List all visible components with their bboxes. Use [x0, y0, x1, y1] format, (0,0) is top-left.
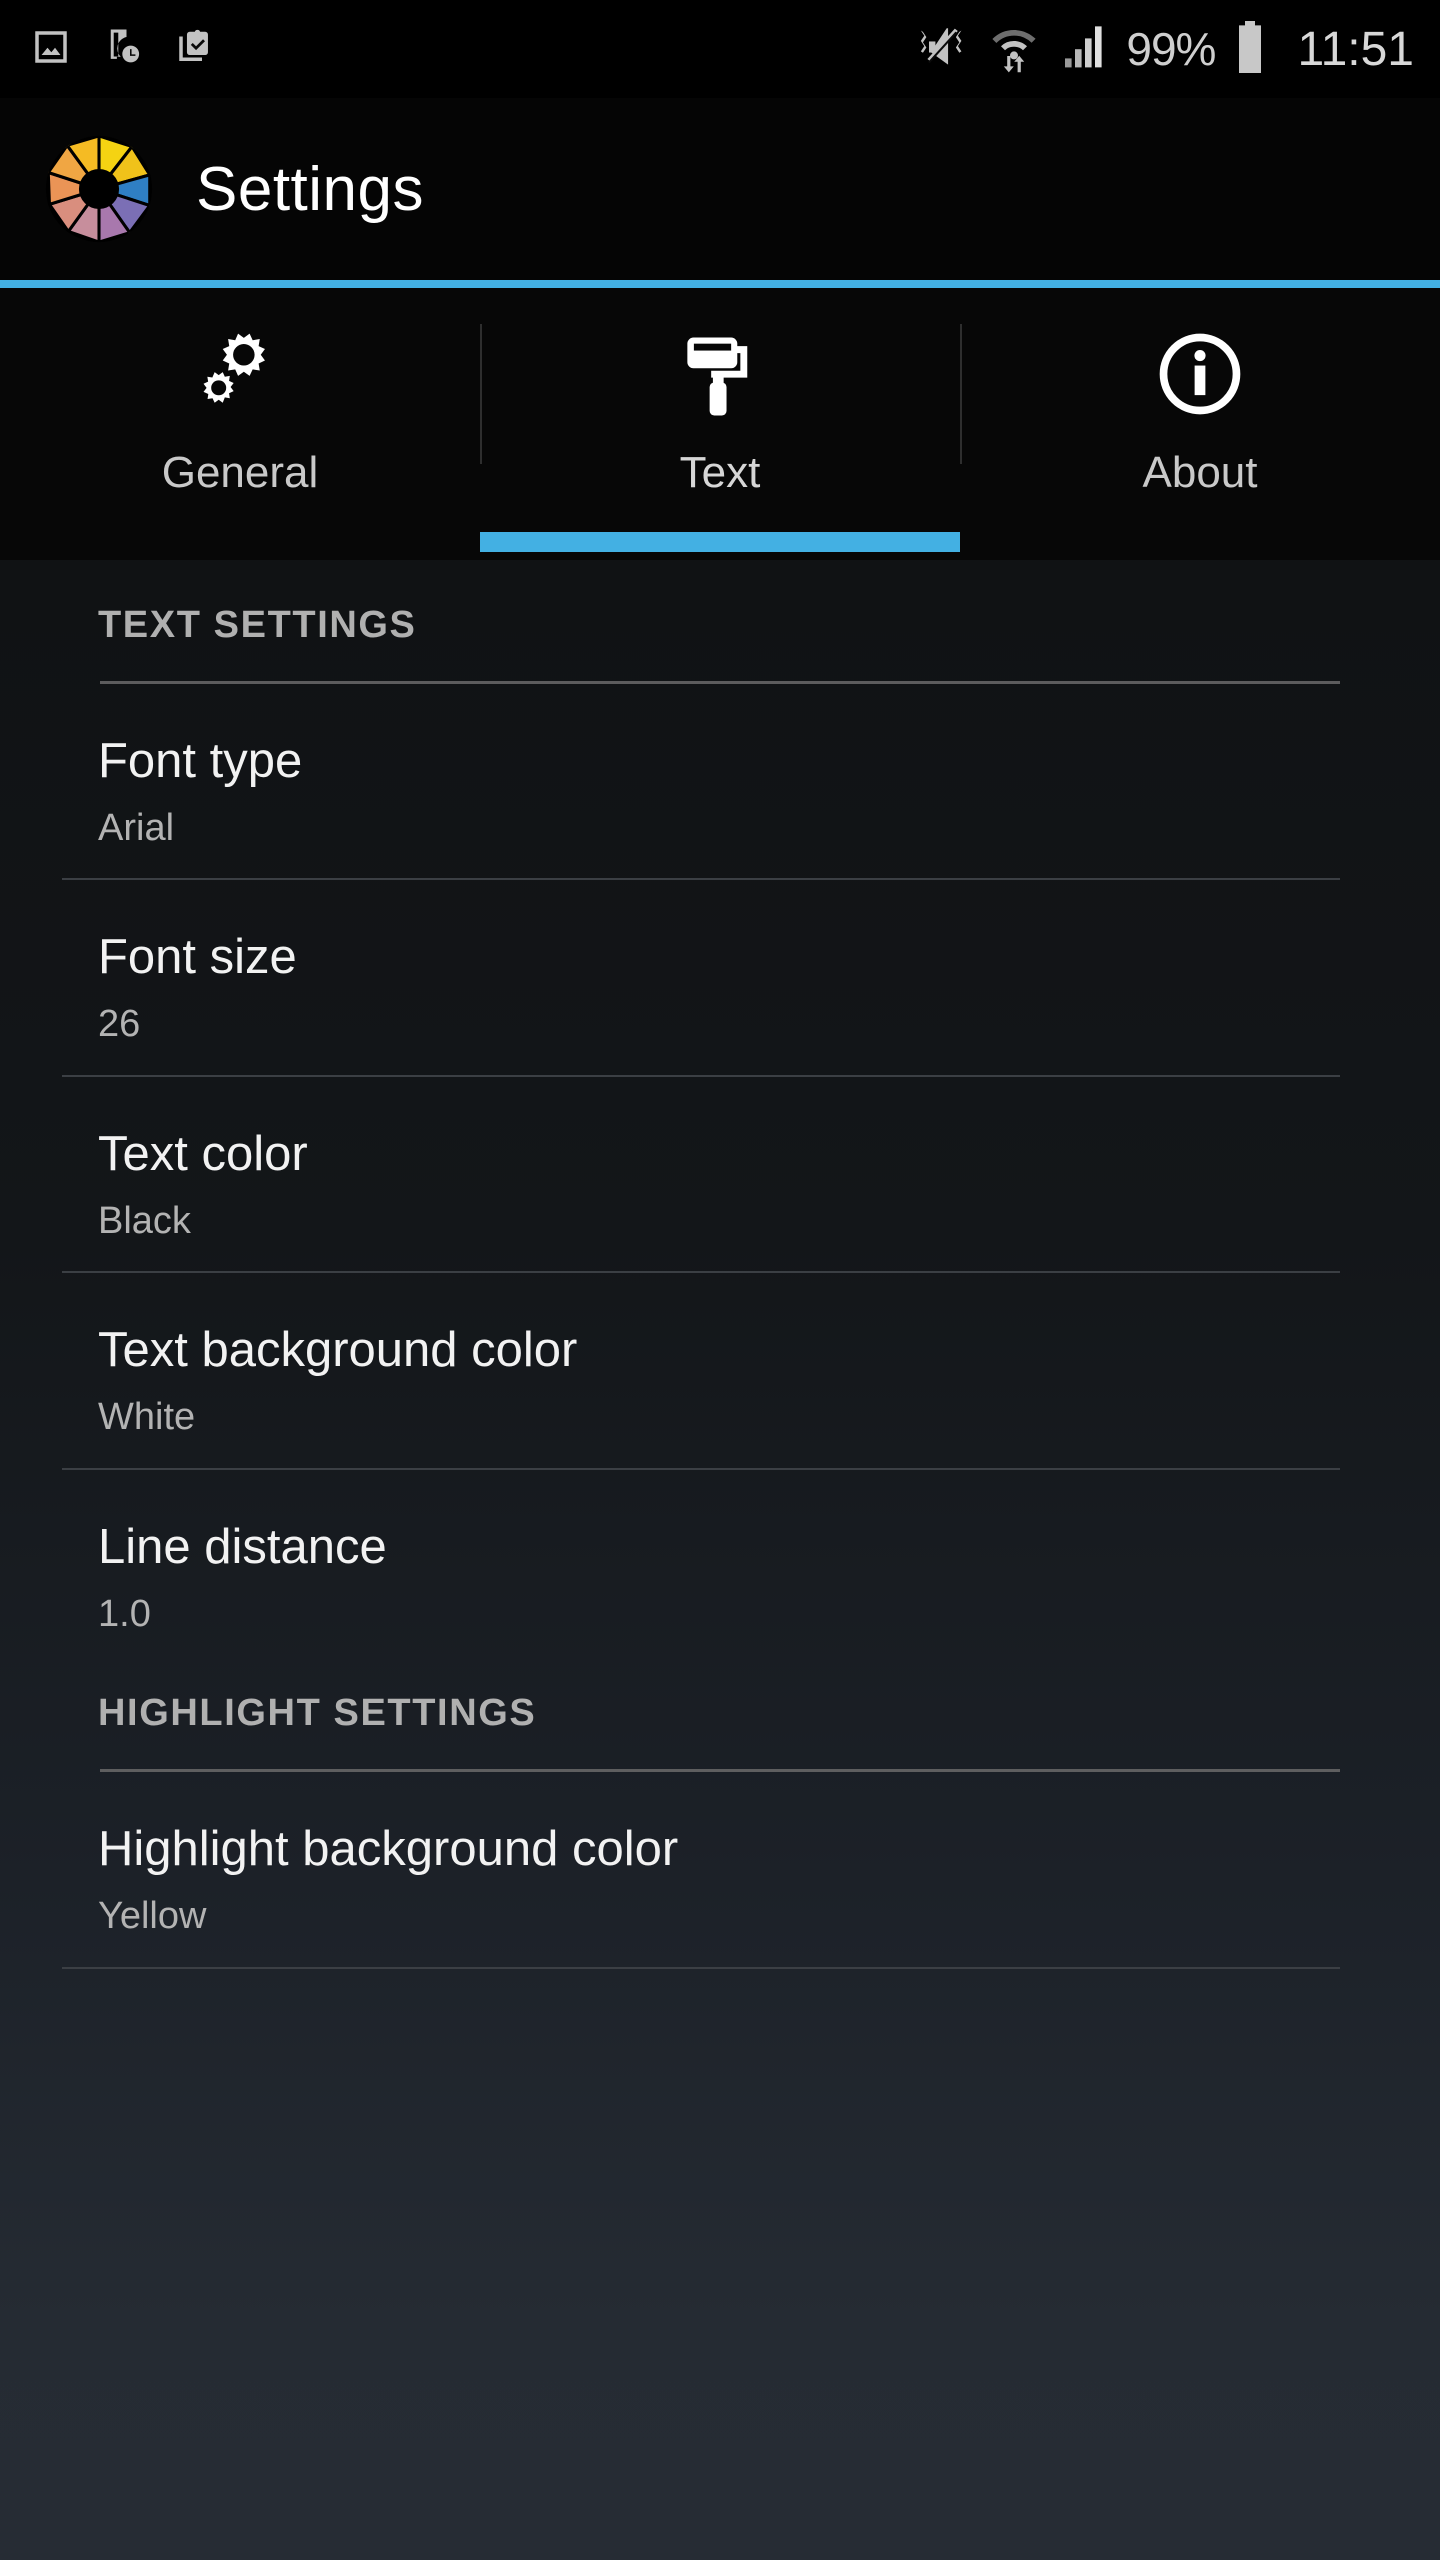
status-bar-right-icons: 99% 11:51: [914, 19, 1440, 80]
clipboard-check-icon: [174, 26, 216, 73]
signal-bars-icon: [1058, 22, 1108, 77]
vibrate-mute-icon: [914, 21, 970, 78]
status-bar-left-icons: [0, 26, 216, 73]
list-divider: [62, 1966, 1340, 1969]
gears-icon: [185, 326, 295, 422]
aperture-logo-icon: [40, 130, 158, 248]
image-icon: [30, 26, 72, 73]
phone-screen: 99% 11:51 Settings General Text About TE…: [0, 0, 1440, 2560]
list-item-title: Highlight background color: [98, 1822, 679, 1877]
list-item[interactable]: Line distance 1.0: [0, 1470, 1440, 1664]
device-clock-icon: [102, 26, 144, 73]
paint-roller-icon: [672, 326, 768, 422]
list-item-title: Line distance: [98, 1519, 387, 1574]
section-rule: [100, 681, 1340, 684]
status-bar: 99% 11:51: [0, 0, 1440, 98]
list-item-value: 1.0: [98, 1592, 151, 1635]
wifi-transfer-icon: [988, 21, 1040, 78]
info-circle-icon: [1152, 326, 1248, 422]
tab-label-about: About: [1142, 448, 1258, 497]
list-item-title: Font size: [98, 930, 297, 985]
active-tab-indicator: [480, 532, 960, 552]
list-item-value: 26: [98, 1003, 141, 1046]
list-item-value: White: [98, 1396, 196, 1439]
section-rule: [100, 1769, 1340, 1773]
list-item[interactable]: Highlight background color Yellow: [0, 1772, 1440, 1966]
tab-bar: General Text About: [0, 288, 1440, 560]
clock-label: 11:51: [1297, 22, 1414, 76]
list-item[interactable]: Text background color White: [0, 1273, 1440, 1467]
tab-text[interactable]: Text: [480, 288, 960, 560]
list-item-title: Text color: [98, 1126, 308, 1181]
list-item-value: Yellow: [98, 1895, 207, 1938]
list-item[interactable]: Text color Black: [0, 1077, 1440, 1271]
section-header-text-settings: TEXT SETTINGS: [98, 604, 417, 646]
list-item-title: Font type: [98, 734, 303, 788]
battery-icon: [1233, 19, 1267, 80]
header-accent-rule: [0, 280, 1440, 288]
list-item[interactable]: Font type Arial: [0, 684, 1440, 878]
settings-list[interactable]: TEXT SETTINGS Font type Arial Font size …: [0, 560, 1440, 2560]
list-item-title: Text background color: [98, 1323, 578, 1378]
list-item-value: Arial: [98, 806, 175, 849]
tab-general[interactable]: General: [0, 288, 480, 560]
tab-label-general: General: [161, 448, 319, 497]
battery-percent-label: 99%: [1126, 23, 1216, 75]
tab-label-text: Text: [679, 448, 761, 497]
list-item-value: Black: [98, 1199, 191, 1242]
list-item[interactable]: Font size 26: [0, 880, 1440, 1074]
section-header-highlight-settings: HIGHLIGHT SETTINGS: [98, 1692, 537, 1735]
tab-about[interactable]: About: [960, 288, 1440, 560]
app-bar: Settings: [0, 98, 1440, 280]
page-title: Settings: [196, 154, 425, 224]
